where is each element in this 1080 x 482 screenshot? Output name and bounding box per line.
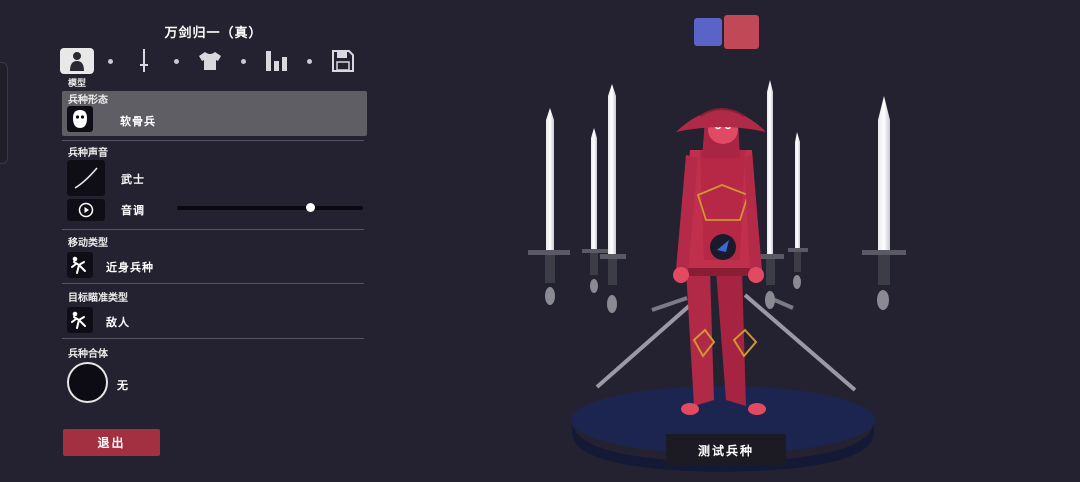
active-tab-label: 模型 — [68, 79, 87, 89]
samurai-unit-model — [673, 108, 766, 415]
combine-value: 无 — [117, 379, 129, 392]
pitch-label: 音调 — [121, 204, 145, 217]
combine-select-button[interactable] — [67, 362, 108, 403]
save-icon — [332, 50, 354, 72]
section-divider — [62, 229, 364, 230]
test-unit-button[interactable]: 测试兵种 — [666, 434, 786, 466]
separator-dot — [174, 58, 180, 64]
team-red-swatch[interactable] — [724, 15, 759, 49]
section-divider — [62, 140, 364, 141]
section-divider — [62, 283, 364, 284]
combine-section-label: 兵种合体 — [68, 349, 108, 360]
separator-dot — [240, 58, 246, 64]
tab-stats[interactable] — [260, 48, 294, 74]
unit-preview-scene — [528, 80, 906, 472]
movement-value: 近身兵种 — [106, 261, 154, 274]
side-edge-tab[interactable] — [0, 62, 8, 164]
editor-toolbar — [60, 47, 360, 75]
targeting-section-label: 目标瞄准类型 — [68, 293, 128, 304]
tab-model[interactable] — [60, 48, 94, 74]
running-unit-icon — [71, 256, 86, 274]
form-value: 软骨兵 — [120, 115, 156, 128]
separator-dot — [107, 58, 113, 64]
tab-clothing[interactable] — [193, 48, 227, 74]
floating-sword — [528, 108, 570, 305]
floating-sword — [788, 132, 808, 289]
floating-sword — [862, 96, 906, 310]
shirt-icon — [199, 52, 221, 70]
exit-button[interactable]: 退出 — [63, 429, 160, 456]
running-unit-icon — [71, 311, 86, 329]
stats-icon — [265, 51, 287, 71]
sword-icon — [139, 49, 148, 72]
targeting-value: 敌人 — [106, 316, 130, 329]
person-icon — [70, 52, 84, 71]
separator-dot — [307, 58, 313, 64]
floating-sword — [600, 84, 626, 313]
movement-section-label: 移动类型 — [68, 238, 108, 249]
mask-icon — [73, 110, 87, 128]
unit-title: 万剑归一（真） — [164, 26, 263, 41]
floating-sword — [582, 128, 608, 293]
pitch-slider[interactable] — [177, 206, 363, 210]
tab-weapon[interactable] — [127, 48, 161, 74]
tab-save[interactable] — [326, 48, 360, 74]
movement-select-button[interactable] — [67, 252, 93, 278]
voice-select-button[interactable] — [67, 160, 105, 196]
form-icon-box — [67, 106, 93, 132]
play-icon — [78, 202, 94, 218]
curve-icon — [74, 167, 98, 189]
targeting-select-button[interactable] — [67, 307, 93, 333]
section-divider — [62, 338, 364, 339]
team-blue-swatch[interactable] — [694, 18, 722, 46]
voice-play-button[interactable] — [67, 199, 105, 221]
pitch-slider-knob[interactable] — [306, 203, 316, 212]
form-section-label: 兵种形态 — [68, 95, 108, 106]
voice-section-label: 兵种声音 — [68, 148, 108, 159]
voice-value: 武士 — [121, 173, 145, 186]
